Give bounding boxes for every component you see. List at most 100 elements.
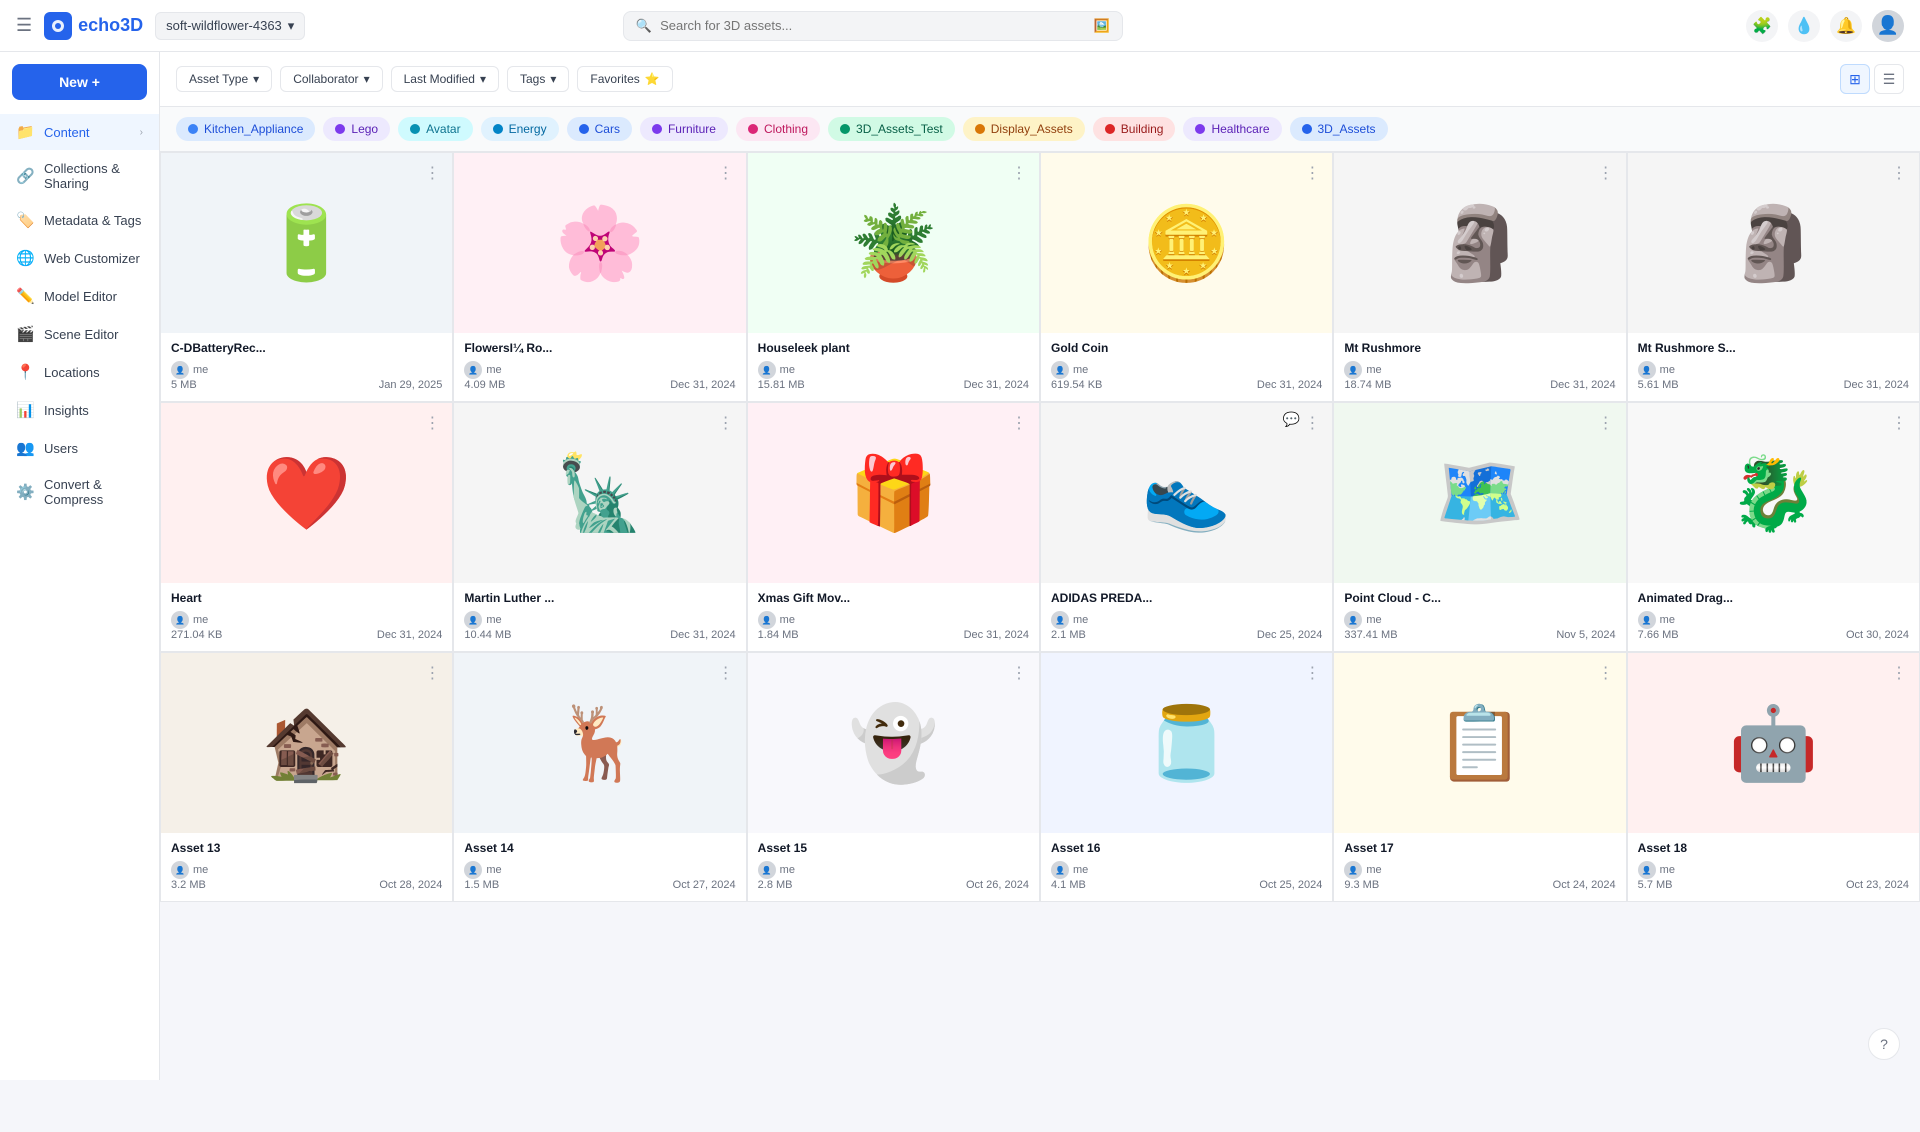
logo[interactable]: echo3D	[44, 12, 143, 40]
category-furniture[interactable]: Furniture	[640, 117, 728, 141]
asset-meta: 3.2 MB Oct 28, 2024	[171, 879, 442, 891]
user-avatar[interactable]: 👤	[1872, 10, 1904, 42]
asset-date: Oct 25, 2024	[1259, 879, 1322, 891]
sidebar-item-content[interactable]: 📁 Content ›	[0, 114, 159, 150]
asset-card[interactable]: ⋮ 🪴 Houseleek plant 👤 me 15.81 MB Dec 31…	[747, 152, 1040, 402]
hamburger-icon[interactable]: ☰	[16, 15, 32, 36]
tags-filter[interactable]: Tags ▾	[507, 66, 569, 92]
insights-icon: 📊	[16, 401, 34, 419]
user-mini-avatar: 👤	[171, 861, 189, 879]
help-button[interactable]: ?	[1868, 1028, 1900, 1060]
asset-bottom: 👤 me	[758, 611, 1029, 629]
asset-menu-button[interactable]: ⋮	[1007, 661, 1031, 685]
sidebar-item-insights[interactable]: 📊 Insights	[0, 392, 159, 428]
asset-card[interactable]: ⋮ 🗽 Martin Luther ... 👤 me 10.44 MB Dec …	[453, 402, 746, 652]
workspace-selector[interactable]: soft-wildflower-4363 ▾	[155, 12, 305, 40]
sidebar-item-scene-editor[interactable]: 🎬 Scene Editor	[0, 316, 159, 352]
asset-card[interactable]: 💬 ⋮ 👟 ADIDAS PREDA... 👤 me 2.1 MB Dec 25…	[1040, 402, 1333, 652]
category-building[interactable]: Building	[1093, 117, 1176, 141]
asset-owner: me	[193, 864, 208, 876]
asset-menu-button[interactable]: ⋮	[714, 661, 738, 685]
asset-meta: 5.7 MB Oct 23, 2024	[1638, 879, 1909, 891]
asset-menu-button[interactable]: ⋮	[1594, 661, 1618, 685]
sidebar-item-convert[interactable]: ⚙️ Convert & Compress	[0, 468, 159, 516]
asset-menu-button[interactable]: ⋮	[1594, 161, 1618, 185]
asset-card[interactable]: ⋮ 👻 Asset 15 👤 me 2.8 MB Oct 26, 2024	[747, 652, 1040, 902]
search-input[interactable]	[660, 18, 1086, 33]
asset-card[interactable]: ⋮ 📋 Asset 17 👤 me 9.3 MB Oct 24, 2024	[1333, 652, 1626, 902]
asset-name: Asset 17	[1344, 841, 1615, 855]
category-avatar[interactable]: Avatar	[398, 117, 472, 141]
asset-meta: 18.74 MB Dec 31, 2024	[1344, 379, 1615, 391]
last-modified-filter[interactable]: Last Modified ▾	[391, 66, 499, 92]
filter-bar: Asset Type ▾ Collaborator ▾ Last Modifie…	[160, 52, 1920, 107]
asset-name: Asset 16	[1051, 841, 1322, 855]
sidebar-item-collections[interactable]: 🔗 Collections & Sharing	[0, 152, 159, 200]
user-mini-avatar: 👤	[1051, 611, 1069, 629]
asset-menu-button[interactable]: ⋮	[1594, 411, 1618, 435]
asset-menu-button[interactable]: ⋮	[420, 161, 444, 185]
sidebar-item-locations[interactable]: 📍 Locations	[0, 354, 159, 390]
asset-menu-button[interactable]: ⋮	[420, 661, 444, 685]
asset-card[interactable]: ⋮ 🫙 Asset 16 👤 me 4.1 MB Oct 25, 2024	[1040, 652, 1333, 902]
category-clothing[interactable]: Clothing	[736, 117, 820, 141]
extensions-button[interactable]: 🧩	[1746, 10, 1778, 42]
asset-card[interactable]: ⋮ 🤖 Asset 18 👤 me 5.7 MB Oct 23, 2024	[1627, 652, 1920, 902]
drop-button[interactable]: 💧	[1788, 10, 1820, 42]
sidebar-item-users[interactable]: 👥 Users	[0, 430, 159, 466]
asset-card[interactable]: ⋮ 🎁 Xmas Gift Mov... 👤 me 1.84 MB Dec 31…	[747, 402, 1040, 652]
category-cars[interactable]: Cars	[567, 117, 632, 141]
asset-menu-button[interactable]: ⋮	[1300, 661, 1324, 685]
asset-card[interactable]: ⋮ ❤️ Heart 👤 me 271.04 KB Dec 31, 2024	[160, 402, 453, 652]
category-label: Energy	[509, 122, 547, 136]
collaborator-filter[interactable]: Collaborator ▾	[280, 66, 382, 92]
asset-menu-button[interactable]: ⋮	[714, 161, 738, 185]
asset-meta: 4.09 MB Dec 31, 2024	[464, 379, 735, 391]
sidebar-item-metadata[interactable]: 🏷️ Metadata & Tags	[0, 202, 159, 238]
asset-menu-button[interactable]: ⋮	[1887, 161, 1911, 185]
category-healthcare[interactable]: Healthcare	[1183, 117, 1281, 141]
asset-owner: me	[1660, 364, 1675, 376]
asset-menu-button[interactable]: ⋮	[1007, 411, 1031, 435]
category-3dassets-test[interactable]: 3D_Assets_Test	[828, 117, 955, 141]
asset-menu-button[interactable]: ⋮	[1007, 161, 1031, 185]
asset-name: Xmas Gift Mov...	[758, 591, 1029, 605]
image-search-icon[interactable]: 🖼️	[1094, 18, 1110, 34]
category-lego[interactable]: Lego	[323, 117, 390, 141]
asset-menu-button[interactable]: ⋮	[1887, 411, 1911, 435]
asset-card[interactable]: ⋮ 🗿 Mt Rushmore 👤 me 18.74 MB Dec 31, 20…	[1333, 152, 1626, 402]
favorites-filter[interactable]: Favorites ⭐	[577, 66, 672, 92]
asset-card[interactable]: ⋮ 🐉 Animated Drag... 👤 me 7.66 MB Oct 30…	[1627, 402, 1920, 652]
asset-menu-button[interactable]: ⋮	[420, 411, 444, 435]
asset-size: 2.8 MB	[758, 879, 793, 891]
asset-card[interactable]: ⋮ 🌸 FlowersI¼ Ro... 👤 me 4.09 MB Dec 31,…	[453, 152, 746, 402]
asset-thumbnail: ⋮ 🌸	[454, 153, 745, 333]
asset-card[interactable]: ⋮ 🔋 C-DBatteryRec... 👤 me 5 MB Jan 29, 2…	[160, 152, 453, 402]
asset-card[interactable]: ⋮ 🏚️ Asset 13 👤 me 3.2 MB Oct 28, 2024	[160, 652, 453, 902]
asset-menu-button[interactable]: ⋮	[1300, 161, 1324, 185]
asset-type-filter[interactable]: Asset Type ▾	[176, 66, 272, 92]
asset-menu-button[interactable]: ⋮	[714, 411, 738, 435]
list-view-button[interactable]: ☰	[1874, 64, 1904, 94]
sidebar-item-web-customizer[interactable]: 🌐 Web Customizer	[0, 240, 159, 276]
category-energy[interactable]: Energy	[481, 117, 559, 141]
grid-view-button[interactable]: ⊞	[1840, 64, 1870, 94]
category-3dassets[interactable]: 3D_Assets	[1290, 117, 1388, 141]
notifications-button[interactable]: 🔔	[1830, 10, 1862, 42]
asset-bottom: 👤 me	[1051, 611, 1322, 629]
asset-bottom: 👤 me	[1344, 861, 1615, 879]
asset-card[interactable]: ⋮ 🪙 Gold Coin 👤 me 619.54 KB Dec 31, 202…	[1040, 152, 1333, 402]
asset-meta: 15.81 MB Dec 31, 2024	[758, 379, 1029, 391]
asset-card[interactable]: ⋮ 🦌 Asset 14 👤 me 1.5 MB Oct 27, 2024	[453, 652, 746, 902]
category-display-assets[interactable]: Display_Assets	[963, 117, 1085, 141]
asset-thumbnail: ⋮ 🗺️	[1334, 403, 1625, 583]
asset-menu-button[interactable]: ⋮	[1300, 411, 1324, 435]
new-button[interactable]: New +	[12, 64, 147, 100]
asset-menu-button[interactable]: ⋮	[1887, 661, 1911, 685]
category-label: Display_Assets	[991, 122, 1073, 136]
asset-card[interactable]: ⋮ 🗿 Mt Rushmore S... 👤 me 5.61 MB Dec 31…	[1627, 152, 1920, 402]
asset-card[interactable]: ⋮ 🗺️ Point Cloud - C... 👤 me 337.41 MB N…	[1333, 402, 1626, 652]
category-kitchen[interactable]: Kitchen_Appliance	[176, 117, 315, 141]
sidebar-item-model-editor[interactable]: ✏️ Model Editor	[0, 278, 159, 314]
asset-user: 👤 me	[1638, 611, 1675, 629]
